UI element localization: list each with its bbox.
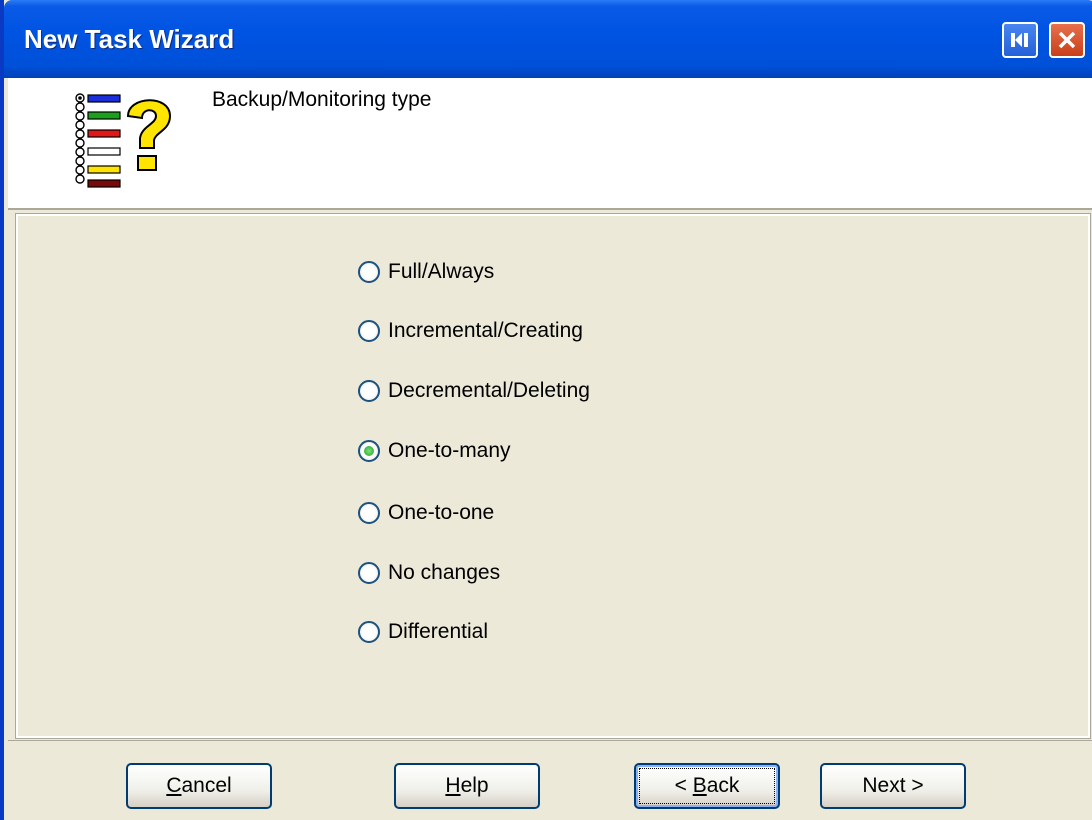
option-label: Full/Always xyxy=(388,260,495,283)
wizard-header: Backup/Monitoring type xyxy=(8,78,1092,210)
radio-button-selected[interactable] xyxy=(358,440,380,462)
back-label-post: ack xyxy=(706,774,740,797)
option-decremental-deleting[interactable]: Decremental/Deleting xyxy=(358,376,590,406)
pin-icon xyxy=(1011,33,1028,47)
title-bar[interactable]: New Task Wizard xyxy=(4,0,1092,78)
wizard-list-question-icon xyxy=(75,93,172,188)
option-no-changes[interactable]: No changes xyxy=(358,558,500,588)
pin-button[interactable] xyxy=(1002,22,1038,58)
radio-button[interactable] xyxy=(358,380,380,402)
cancel-accesskey: C xyxy=(166,774,182,797)
help-accesskey: H xyxy=(445,774,461,797)
option-one-to-many[interactable]: One-to-many xyxy=(358,436,511,466)
option-label: One-to-many xyxy=(388,439,511,462)
radio-button[interactable] xyxy=(358,502,380,524)
back-button[interactable]: < Back xyxy=(634,763,780,809)
window-title: New Task Wizard xyxy=(24,24,235,54)
option-label: Incremental/Creating xyxy=(388,319,583,342)
option-label: One-to-one xyxy=(388,501,495,524)
close-button[interactable] xyxy=(1049,22,1085,58)
options-panel xyxy=(15,213,1091,739)
option-incremental-creating[interactable]: Incremental/Creating xyxy=(358,316,583,346)
help-label-post: elp xyxy=(460,774,489,797)
radio-button[interactable] xyxy=(358,621,380,643)
help-button[interactable]: Help xyxy=(394,763,540,809)
cancel-label-post: ancel xyxy=(181,774,232,797)
option-differential[interactable]: Differential xyxy=(358,617,488,647)
wizard-footer: Cancel Help < Back Next > xyxy=(8,740,1092,820)
next-label: Next > xyxy=(862,774,924,797)
selected-dot-icon xyxy=(364,446,374,456)
step-title: Backup/Monitoring type xyxy=(212,88,432,111)
option-one-to-one[interactable]: One-to-one xyxy=(358,498,494,528)
radio-button[interactable] xyxy=(358,261,380,283)
wizard-window: New Task Wizard Backup/Monitoring type F… xyxy=(0,0,1092,820)
next-button[interactable]: Next > xyxy=(820,763,966,809)
radio-button[interactable] xyxy=(358,320,380,342)
radio-button[interactable] xyxy=(358,562,380,584)
option-label: Decremental/Deleting xyxy=(388,379,590,402)
cancel-button[interactable]: Cancel xyxy=(126,763,272,809)
back-label-pre: < xyxy=(674,774,693,797)
option-label: Differential xyxy=(388,620,488,643)
option-label: No changes xyxy=(388,561,501,584)
back-accesskey: B xyxy=(692,774,707,797)
option-full-always[interactable]: Full/Always xyxy=(358,257,494,287)
close-icon xyxy=(1058,31,1076,49)
